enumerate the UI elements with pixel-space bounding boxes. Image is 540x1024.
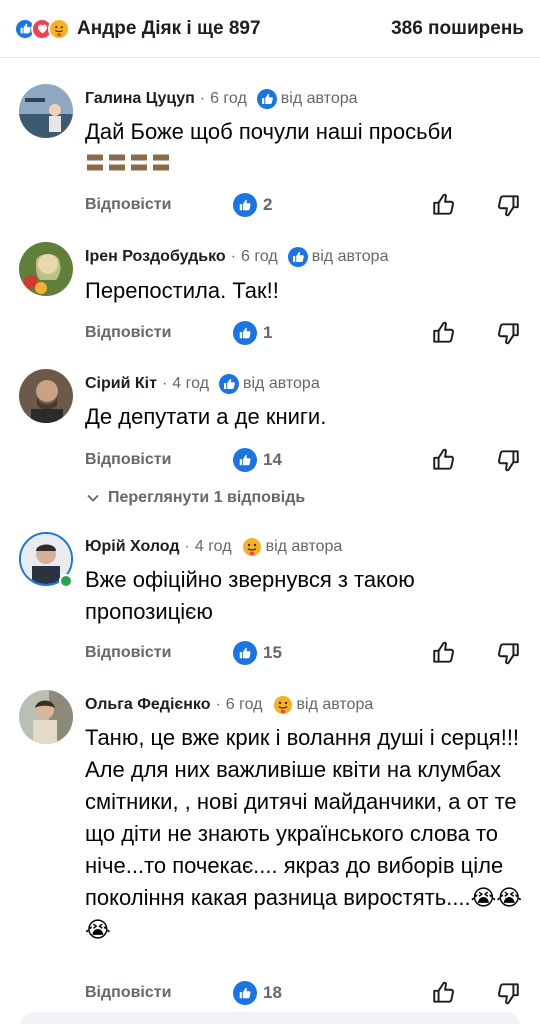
reaction-icons bbox=[14, 17, 70, 40]
comment-actions: Відповісти 15 bbox=[85, 638, 525, 668]
like-icon bbox=[218, 374, 239, 394]
reactions-count-text: Андре Діяк і ще 897 bbox=[77, 17, 261, 39]
thumbs-up-icon[interactable] bbox=[431, 192, 457, 218]
online-status-dot bbox=[59, 574, 73, 588]
thumbs-up-icon[interactable] bbox=[431, 640, 457, 666]
like-icon bbox=[233, 321, 257, 345]
author-name[interactable]: Юрій Холод bbox=[85, 538, 180, 556]
avatar[interactable] bbox=[19, 369, 73, 423]
like-count-number: 1 bbox=[263, 323, 273, 342]
separator: · bbox=[215, 696, 221, 713]
comment-text: Вже офіційно звернувся з такою пропозиці… bbox=[85, 567, 415, 624]
author-badge: від автора bbox=[280, 90, 358, 107]
comment-actions: Відповісти 18 bbox=[85, 978, 525, 1008]
like-count[interactable]: 2 bbox=[233, 193, 272, 217]
thumbs-down-icon[interactable] bbox=[495, 192, 521, 218]
view-replies-label: Переглянути 1 відповідь bbox=[108, 489, 306, 506]
comment-actions: Відповісти 1 bbox=[85, 318, 525, 348]
care-icon bbox=[48, 17, 70, 40]
comment-composer-edge[interactable] bbox=[20, 1012, 520, 1024]
reply-button[interactable]: Відповісти bbox=[85, 324, 171, 342]
like-count-number: 18 bbox=[263, 983, 282, 1002]
author-name[interactable]: Галина Цуцуп bbox=[85, 90, 195, 108]
shares-count[interactable]: 386 поширень bbox=[391, 18, 524, 40]
thumbs-down-icon[interactable] bbox=[495, 447, 521, 473]
care-icon bbox=[242, 537, 262, 557]
timestamp[interactable]: 4 год bbox=[195, 538, 232, 556]
separator: · bbox=[230, 248, 237, 265]
reply-button[interactable]: Відповісти bbox=[85, 984, 171, 1002]
timestamp[interactable]: 6 год bbox=[241, 248, 278, 266]
view-replies-link[interactable]: Переглянути 1 відповідь bbox=[86, 489, 305, 507]
timestamp[interactable]: 4 год bbox=[172, 375, 209, 393]
author-badge: від автора bbox=[296, 696, 374, 713]
care-icon bbox=[273, 695, 293, 715]
like-icon bbox=[287, 247, 308, 267]
comment-text: Де депутати а де книги. bbox=[85, 404, 327, 429]
comment-body: Дай Боже щоб почули наші просьби bbox=[85, 119, 453, 144]
like-icon bbox=[233, 193, 257, 217]
author-badge: від автора bbox=[311, 248, 389, 265]
thumbs-up-icon[interactable] bbox=[431, 447, 457, 473]
books-emoji: 〓〓〓〓 bbox=[85, 153, 173, 175]
chevron-down-icon bbox=[87, 494, 99, 502]
thumbs-down-icon[interactable] bbox=[495, 640, 521, 666]
reactions-header: Андре Діяк і ще 897 386 поширень bbox=[0, 0, 540, 58]
like-count[interactable]: 1 bbox=[233, 321, 272, 345]
author-badge: від автора bbox=[242, 375, 320, 392]
comment-meta: Галина Цуцуп · 6 год від автора bbox=[85, 89, 358, 109]
avatar[interactable] bbox=[19, 690, 73, 744]
comment-meta: Ірен Роздобудько · 6 год від автора bbox=[85, 247, 388, 267]
like-count-number: 2 bbox=[263, 195, 273, 214]
timestamp[interactable]: 6 год bbox=[226, 696, 263, 714]
comment-meta: Ольга Федієнко · 6 год від автора bbox=[85, 695, 373, 715]
like-count[interactable]: 18 bbox=[233, 981, 282, 1005]
like-count[interactable]: 14 bbox=[233, 448, 282, 472]
avatar[interactable] bbox=[19, 242, 73, 296]
separator: · bbox=[199, 90, 206, 107]
timestamp[interactable]: 6 год bbox=[210, 90, 247, 108]
comment-text: Перепостила. Так!! bbox=[85, 278, 279, 303]
reactions-summary[interactable]: Андре Діяк і ще 897 bbox=[14, 17, 261, 40]
like-count[interactable]: 15 bbox=[233, 641, 282, 665]
author-badge: від автора bbox=[265, 538, 343, 555]
comment-actions: Відповісти 2 bbox=[85, 190, 525, 220]
thumbs-down-icon[interactable] bbox=[495, 320, 521, 346]
like-icon bbox=[233, 981, 257, 1005]
reply-button[interactable]: Відповісти bbox=[85, 644, 171, 662]
comment-meta: Сірий Кіт · 4 год від автора bbox=[85, 374, 320, 394]
separator: · bbox=[184, 538, 190, 555]
like-count-number: 14 bbox=[263, 450, 282, 469]
reply-button[interactable]: Відповісти bbox=[85, 196, 171, 214]
like-icon bbox=[256, 89, 277, 109]
comment-meta: Юрій Холод · 4 год від автора bbox=[85, 537, 342, 557]
reply-button[interactable]: Відповісти bbox=[85, 451, 171, 469]
avatar[interactable] bbox=[19, 84, 73, 138]
like-count-number: 15 bbox=[263, 643, 282, 662]
comment-text: Таню, це вже крик і волання душі і серця… bbox=[85, 725, 523, 942]
thumbs-up-icon[interactable] bbox=[431, 980, 457, 1006]
thumbs-down-icon[interactable] bbox=[495, 980, 521, 1006]
author-name[interactable]: Ірен Роздобудько bbox=[85, 248, 226, 266]
thumbs-up-icon[interactable] bbox=[431, 320, 457, 346]
comment-actions: Відповісти 14 bbox=[85, 445, 525, 475]
comment-text: Дай Боже щоб почули наші просьби 〓〓〓〓 bbox=[85, 116, 525, 180]
author-name[interactable]: Ольга Федієнко bbox=[85, 696, 210, 714]
like-icon bbox=[233, 641, 257, 665]
like-icon bbox=[233, 448, 257, 472]
author-name[interactable]: Сірий Кіт bbox=[85, 375, 157, 393]
separator: · bbox=[161, 375, 168, 392]
